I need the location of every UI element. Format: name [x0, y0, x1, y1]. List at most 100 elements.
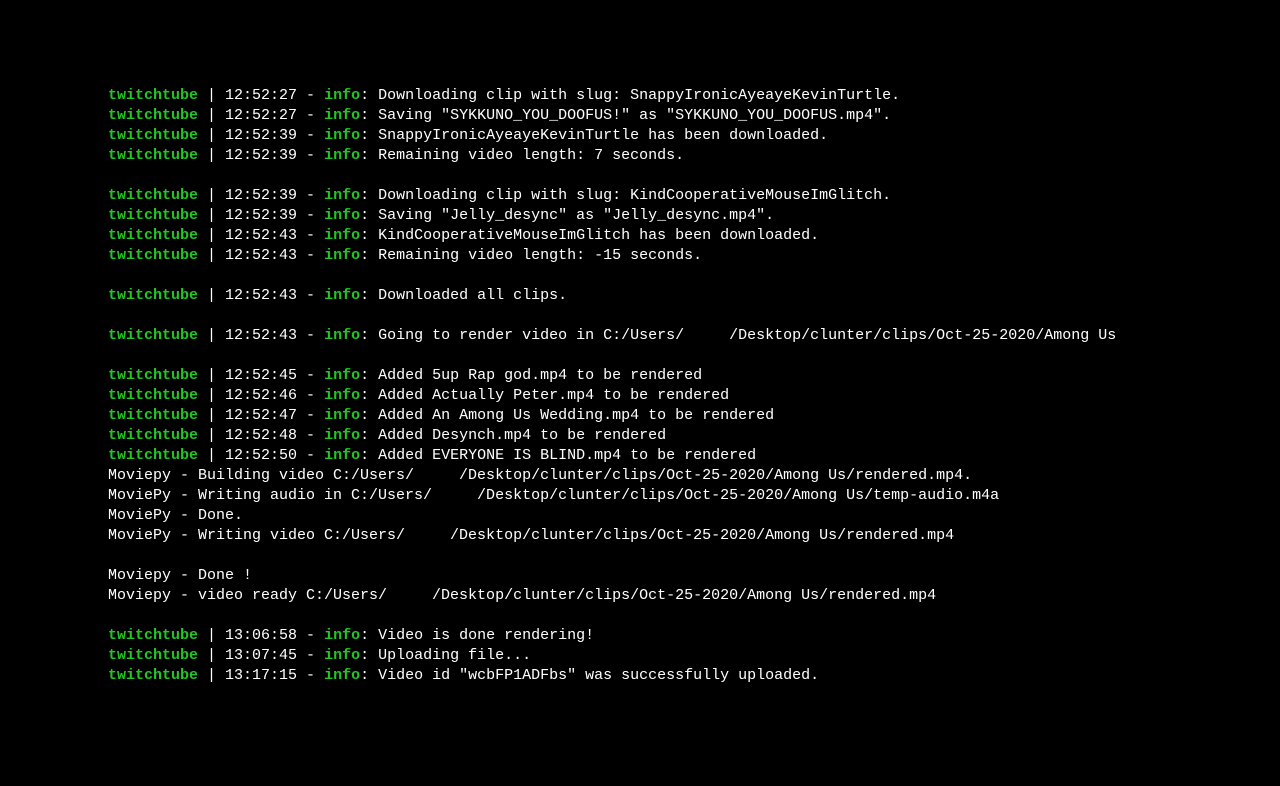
log-line: twitchtube | 13:06:58 - info: Video is d… — [0, 626, 1280, 646]
separator-pipe: | — [198, 227, 225, 244]
log-time: 13:07:45 — [225, 647, 297, 664]
log-source: twitchtube — [108, 367, 198, 384]
separator-colon: : — [360, 87, 378, 104]
log-level: info — [324, 227, 360, 244]
log-line: twitchtube | 12:52:43 - info: Remaining … — [0, 246, 1280, 266]
log-source: twitchtube — [108, 247, 198, 264]
log-time: 12:52:39 — [225, 147, 297, 164]
log-time: 12:52:39 — [225, 187, 297, 204]
separator-colon: : — [360, 247, 378, 264]
log-message: Saving "SYKKUNO_YOU_DOOFUS!" as "SYKKUNO… — [378, 107, 891, 124]
log-line: Moviepy - video ready C:/Users/ /Desktop… — [0, 586, 1280, 606]
separator-pipe: | — [198, 247, 225, 264]
log-line: twitchtube | 12:52:43 - info: Going to r… — [0, 326, 1280, 346]
log-line: twitchtube | 12:52:43 - info: KindCooper… — [0, 226, 1280, 246]
log-line: twitchtube | 12:52:46 - info: Added Actu… — [0, 386, 1280, 406]
log-level: info — [324, 367, 360, 384]
log-level: info — [324, 247, 360, 264]
log-level: info — [324, 87, 360, 104]
log-line: twitchtube | 13:17:15 - info: Video id "… — [0, 666, 1280, 686]
log-line: twitchtube | 12:52:39 - info: Remaining … — [0, 146, 1280, 166]
log-line: MoviePy - Done. — [0, 506, 1280, 526]
separator-dash: - — [297, 647, 324, 664]
separator-pipe: | — [198, 327, 225, 344]
separator-pipe: | — [198, 287, 225, 304]
log-message: KindCooperativeMouseImGlitch has been do… — [378, 227, 819, 244]
log-line: MoviePy - Writing video C:/Users/ /Deskt… — [0, 526, 1280, 546]
log-line: MoviePy - Writing audio in C:/Users/ /De… — [0, 486, 1280, 506]
separator-colon: : — [360, 447, 378, 464]
log-level: info — [324, 187, 360, 204]
separator-pipe: | — [198, 407, 225, 424]
plain-text: Moviepy - Building video C:/Users/ /Desk… — [108, 467, 972, 484]
terminal-output: twitchtube | 12:52:27 - info: Downloadin… — [0, 86, 1280, 686]
separator-dash: - — [297, 627, 324, 644]
log-source: twitchtube — [108, 107, 198, 124]
log-message: Added Desynch.mp4 to be rendered — [378, 427, 666, 444]
log-time: 12:52:43 — [225, 327, 297, 344]
separator-pipe: | — [198, 427, 225, 444]
log-level: info — [324, 627, 360, 644]
log-line: twitchtube | 12:52:39 - info: Saving "Je… — [0, 206, 1280, 226]
log-time: 12:52:45 — [225, 367, 297, 384]
log-message: Added EVERYONE IS BLIND.mp4 to be render… — [378, 447, 756, 464]
log-line — [0, 166, 1280, 186]
log-time: 12:52:50 — [225, 447, 297, 464]
separator-colon: : — [360, 127, 378, 144]
log-level: info — [324, 427, 360, 444]
log-line: twitchtube | 12:52:45 - info: Added 5up … — [0, 366, 1280, 386]
separator-dash: - — [297, 127, 324, 144]
separator-pipe: | — [198, 387, 225, 404]
plain-text: Moviepy - video ready C:/Users/ /Desktop… — [108, 587, 936, 604]
log-line: twitchtube | 12:52:48 - info: Added Desy… — [0, 426, 1280, 446]
log-time: 12:52:43 — [225, 247, 297, 264]
separator-colon: : — [360, 327, 378, 344]
log-message: Added An Among Us Wedding.mp4 to be rend… — [378, 407, 774, 424]
log-level: info — [324, 127, 360, 144]
separator-pipe: | — [198, 647, 225, 664]
plain-text: MoviePy - Writing audio in C:/Users/ /De… — [108, 487, 999, 504]
log-source: twitchtube — [108, 407, 198, 424]
log-source: twitchtube — [108, 127, 198, 144]
log-level: info — [324, 667, 360, 684]
log-source: twitchtube — [108, 287, 198, 304]
log-message: Uploading file... — [378, 647, 531, 664]
log-source: twitchtube — [108, 327, 198, 344]
log-line: twitchtube | 12:52:47 - info: Added An A… — [0, 406, 1280, 426]
log-line: twitchtube | 12:52:43 - info: Downloaded… — [0, 286, 1280, 306]
separator-dash: - — [297, 207, 324, 224]
separator-colon: : — [360, 287, 378, 304]
log-level: info — [324, 387, 360, 404]
log-time: 12:52:43 — [225, 227, 297, 244]
log-message: Downloading clip with slug: SnappyIronic… — [378, 87, 900, 104]
log-source: twitchtube — [108, 387, 198, 404]
log-level: info — [324, 207, 360, 224]
separator-pipe: | — [198, 127, 225, 144]
log-message: Added Actually Peter.mp4 to be rendered — [378, 387, 729, 404]
separator-colon: : — [360, 387, 378, 404]
log-level: info — [324, 107, 360, 124]
log-message: Going to render video in C:/Users/ /Desk… — [378, 327, 1116, 344]
log-line — [0, 606, 1280, 626]
log-source: twitchtube — [108, 427, 198, 444]
separator-colon: : — [360, 427, 378, 444]
log-time: 12:52:48 — [225, 427, 297, 444]
separator-colon: : — [360, 107, 378, 124]
separator-colon: : — [360, 187, 378, 204]
plain-text: MoviePy - Writing video C:/Users/ /Deskt… — [108, 527, 954, 544]
log-message: Downloaded all clips. — [378, 287, 567, 304]
log-time: 12:52:46 — [225, 387, 297, 404]
separator-colon: : — [360, 207, 378, 224]
log-time: 13:06:58 — [225, 627, 297, 644]
log-source: twitchtube — [108, 87, 198, 104]
log-level: info — [324, 447, 360, 464]
log-line: twitchtube | 12:52:27 - info: Saving "SY… — [0, 106, 1280, 126]
log-source: twitchtube — [108, 667, 198, 684]
separator-colon: : — [360, 407, 378, 424]
log-line: Moviepy - Done ! — [0, 566, 1280, 586]
log-level: info — [324, 407, 360, 424]
log-level: info — [324, 327, 360, 344]
log-message: Remaining video length: -15 seconds. — [378, 247, 702, 264]
log-line: twitchtube | 12:52:39 - info: Downloadin… — [0, 186, 1280, 206]
log-time: 12:52:39 — [225, 127, 297, 144]
